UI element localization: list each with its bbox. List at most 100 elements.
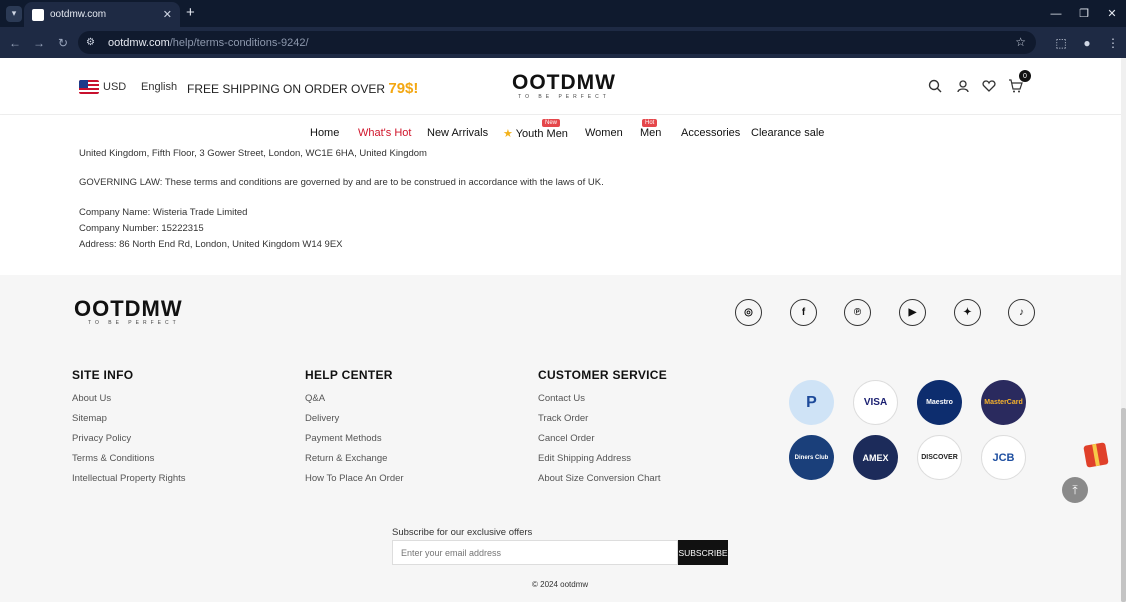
company-number: Company Number: 15222315 — [79, 223, 204, 234]
new-badge: New — [542, 119, 561, 127]
restore-icon[interactable]: ❐ — [1070, 0, 1098, 27]
maestro-icon: Maestro — [917, 380, 962, 425]
menu-item-youth-men[interactable]: ★ Youth Men New — [503, 119, 568, 140]
new-tab-icon[interactable]: + — [186, 4, 195, 21]
youtube-icon[interactable]: ▶ — [899, 299, 926, 326]
logo-word: OOTDMW — [512, 71, 616, 94]
help-center-title: HELP CENTER — [305, 368, 393, 382]
site-info-icon[interactable]: ⚙ — [86, 37, 98, 49]
browser-toolbar: ← → ↻ ⚙ ootdmw.com /help/terms-condition… — [0, 27, 1126, 58]
footer-link-delivery[interactable]: Delivery — [305, 413, 339, 424]
language-selector[interactable]: English — [141, 81, 177, 93]
main-menu: Home What's Hot New Arrivals ★ Youth Men… — [0, 115, 1126, 151]
browser-tab-bar: ▾ ootdmw.com ✕ + — ❐ ✕ — [0, 0, 1126, 27]
tab-title: ootdmw.com — [50, 9, 107, 20]
amex-icon: AMEX — [853, 435, 898, 480]
menu-item-accessories[interactable]: Accessories — [681, 127, 740, 139]
window-controls: — ❐ ✕ — [1042, 0, 1126, 27]
footer-link-contact-us[interactable]: Contact Us — [538, 393, 585, 404]
governing-law: GOVERNING LAW: These terms and condition… — [79, 177, 604, 188]
address-line: United Kingdom, Fifth Floor, 3 Gower Str… — [79, 148, 427, 159]
close-tab-icon[interactable]: ✕ — [163, 8, 172, 21]
scrollbar-thumb[interactable] — [1121, 408, 1126, 602]
footer-link-qa[interactable]: Q&A — [305, 393, 325, 404]
page-scrollbar[interactable] — [1121, 58, 1126, 602]
footer-link-edit-shipping[interactable]: Edit Shipping Address — [538, 453, 631, 464]
footer-link-how-to-order[interactable]: How To Place An Order — [305, 473, 404, 484]
site-info-title: SITE INFO — [72, 368, 134, 382]
facebook-icon[interactable]: f — [790, 299, 817, 326]
visa-icon: VISA — [853, 380, 898, 425]
profile-icon[interactable]: ● — [1074, 36, 1100, 50]
footer-link-about-us[interactable]: About Us — [72, 393, 111, 404]
menu-item-clearance-sale[interactable]: Clearance sale — [751, 127, 824, 139]
menu-item-men-label: Men — [640, 127, 662, 139]
discover-icon: DISCOVER — [917, 435, 962, 480]
instagram-icon[interactable]: ◎ — [735, 299, 762, 326]
footer-link-sitemap[interactable]: Sitemap — [72, 413, 107, 424]
customer-service-title: CUSTOMER SERVICE — [538, 368, 668, 382]
forward-icon[interactable]: → — [27, 31, 51, 55]
tab-list-button[interactable]: ▾ — [6, 5, 22, 22]
footer-link-size-chart[interactable]: About Size Conversion Chart — [538, 473, 661, 484]
close-window-icon[interactable]: ✕ — [1098, 0, 1126, 27]
menu-item-whats-hot[interactable]: What's Hot — [358, 127, 411, 139]
footer-link-cancel-order[interactable]: Cancel Order — [538, 433, 595, 444]
menu-item-new-arrivals[interactable]: New Arrivals — [427, 127, 488, 139]
copyright: © 2024 ootdmw — [532, 580, 589, 589]
footer-link-payment-methods[interactable]: Payment Methods — [305, 433, 382, 444]
free-shipping-banner: FREE SHIPPING ON ORDER OVER 79$! — [187, 80, 418, 97]
footer-link-ip-rights[interactable]: Intellectual Property Rights — [72, 473, 186, 484]
shipping-text: FREE SHIPPING ON ORDER OVER — [187, 82, 389, 96]
us-flag-icon[interactable] — [79, 80, 99, 94]
account-icon[interactable] — [954, 77, 972, 95]
company-address: Address: 86 North End Rd, London, United… — [79, 239, 343, 250]
mastercard-icon: MasterCard — [981, 380, 1026, 425]
back-icon[interactable]: ← — [3, 31, 27, 55]
search-icon[interactable] — [926, 77, 944, 95]
company-name: Company Name: Wisteria Trade Limited — [79, 207, 248, 218]
jcb-icon: JCB — [981, 435, 1026, 480]
footer-logo-word: OOTDMW — [74, 296, 183, 321]
footer-link-privacy-policy[interactable]: Privacy Policy — [72, 433, 131, 444]
logo-tagline: TO BE PERFECT — [518, 94, 610, 100]
back-to-top-icon[interactable]: ⤒ — [1062, 477, 1088, 503]
paypal-icon: P — [789, 380, 834, 425]
wishlist-heart-icon[interactable] — [980, 77, 998, 95]
pinterest-icon[interactable]: ℗ — [844, 299, 871, 326]
footer-link-return-exchange[interactable]: Return & Exchange — [305, 453, 387, 464]
menu-kebab-icon[interactable]: ⋮ — [1100, 36, 1126, 50]
cart-count-badge: 0 — [1019, 70, 1031, 82]
address-bar[interactable]: ⚙ ootdmw.com /help/terms-conditions-9242… — [78, 31, 1036, 54]
subscribe-button[interactable]: SUBSCRIBE — [678, 540, 728, 565]
footer-logo-tagline: TO BE PERFECT — [88, 320, 180, 326]
menu-item-women[interactable]: Women — [585, 127, 623, 139]
tiktok-icon[interactable]: ♪ — [1008, 299, 1035, 326]
gift-box-icon[interactable] — [1083, 442, 1109, 468]
footer-link-track-order[interactable]: Track Order — [538, 413, 588, 424]
footer-link-terms[interactable]: Terms & Conditions — [72, 453, 154, 464]
footer-logo[interactable]: OOTDMW TO BE PERFECT — [74, 296, 183, 327]
extensions-icon[interactable]: ⬚ — [1048, 36, 1074, 50]
bookmark-star-icon[interactable]: ☆ — [1015, 35, 1026, 49]
email-input[interactable] — [392, 540, 678, 565]
star-icon: ★ — [503, 128, 513, 140]
url-path: /help/terms-conditions-9242/ — [169, 36, 309, 49]
menu-item-men[interactable]: Men Hot — [640, 119, 662, 139]
menu-item-home[interactable]: Home — [310, 127, 339, 139]
site-header: USD English FREE SHIPPING ON ORDER OVER … — [0, 58, 1126, 115]
url-host: ootdmw.com — [108, 36, 170, 49]
terms-content: United Kingdom, Fifth Floor, 3 Gower Str… — [0, 148, 1126, 275]
menu-item-youth-men-label: Youth Men — [515, 128, 568, 140]
reload-icon[interactable]: ↻ — [51, 31, 75, 55]
shipping-amount: 79$! — [388, 80, 419, 97]
twitter-icon[interactable]: ✦ — [954, 299, 981, 326]
site-logo[interactable]: OOTDMW TO BE PERFECT — [512, 71, 616, 100]
minimize-icon[interactable]: — — [1042, 0, 1070, 27]
site-favicon-icon — [32, 8, 44, 21]
browser-actions: ⬚ ● ⋮ — [1048, 27, 1126, 58]
browser-tab[interactable]: ootdmw.com ✕ — [24, 2, 180, 27]
diners-club-icon: Diners Club — [789, 435, 834, 480]
subscribe-label: Subscribe for our exclusive offers — [392, 527, 533, 538]
currency-selector[interactable]: USD — [103, 81, 126, 93]
